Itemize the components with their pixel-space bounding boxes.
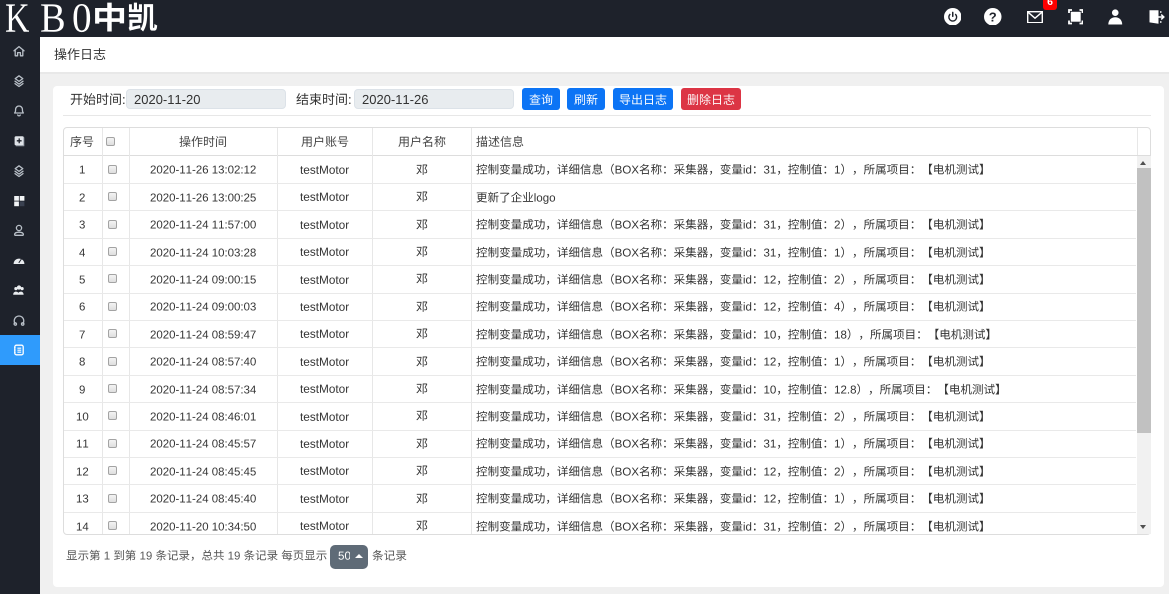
svg-text:?: ? xyxy=(989,9,997,24)
